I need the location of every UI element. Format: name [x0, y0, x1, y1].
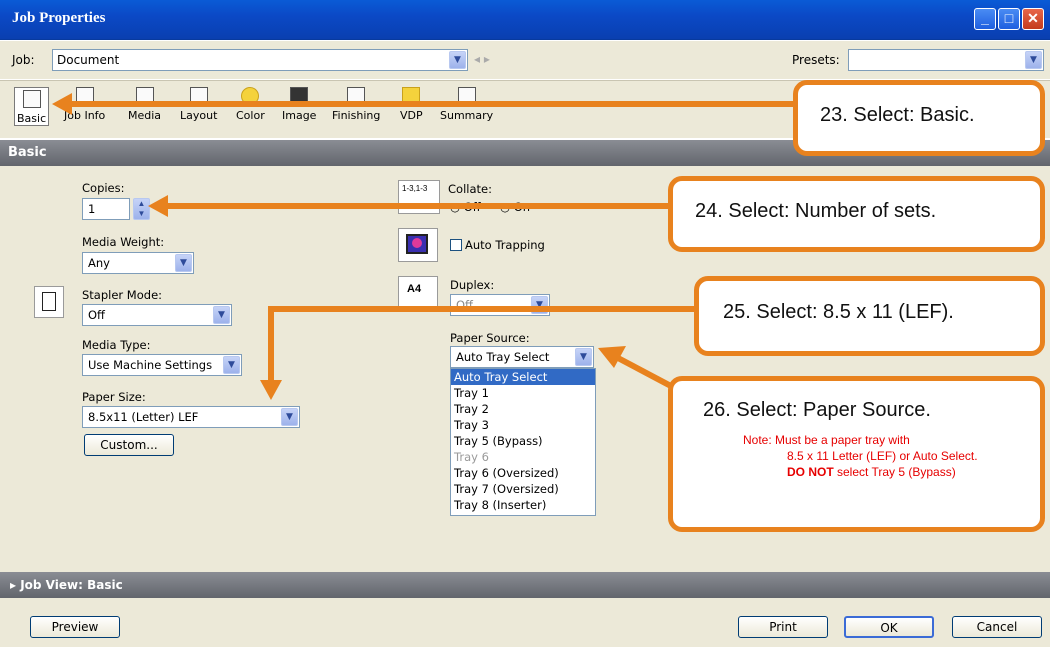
- stapler-label: Stapler Mode:: [82, 288, 163, 302]
- tab-label: VDP: [400, 109, 423, 122]
- stapler-icon: [34, 286, 64, 318]
- paper-source-label: Paper Source:: [450, 331, 530, 345]
- callout-24: 24. Select: Number of sets.: [668, 176, 1045, 252]
- collate-label: Collate:: [448, 182, 492, 196]
- tab-label: Finishing: [332, 109, 381, 122]
- stapler-value: Off: [88, 308, 105, 322]
- duplex-icon-text: A4: [407, 283, 422, 295]
- checkbox-icon: [450, 239, 462, 251]
- note-line-1: Note: Must be a paper tray with: [743, 433, 910, 447]
- cancel-button[interactable]: Cancel: [952, 616, 1042, 638]
- list-item[interactable]: Auto Tray Select: [451, 369, 595, 385]
- preview-button[interactable]: Preview: [30, 616, 120, 638]
- arrow-24-line: [166, 203, 670, 209]
- media-type-value: Use Machine Settings: [88, 358, 213, 372]
- tab-label: Image: [282, 109, 317, 122]
- note-bold: DO NOT: [787, 465, 834, 479]
- list-item: Tray 6: [454, 450, 489, 464]
- job-view-label: Job View: Basic: [20, 578, 123, 592]
- print-button[interactable]: Print: [738, 616, 828, 638]
- paper-source-select[interactable]: Auto Tray Select ▼: [450, 346, 594, 368]
- arrow-23-head: [52, 93, 72, 115]
- list-item[interactable]: Tray 5 (Bypass): [451, 433, 595, 449]
- note-line-2: 8.5 x 11 Letter (LEF) or Auto Select.: [787, 449, 978, 463]
- job-select[interactable]: Document ▼: [52, 49, 468, 71]
- callout-25-text: 25. Select: 8.5 x 11 (LEF).: [723, 301, 954, 323]
- ok-button[interactable]: OK: [844, 616, 934, 638]
- media-weight-select[interactable]: Any ▼: [82, 252, 194, 274]
- callout-23: 23. Select: Basic.: [793, 80, 1045, 156]
- auto-trapping-label: Auto Trapping: [465, 238, 545, 252]
- custom-button[interactable]: Custom...: [84, 434, 174, 456]
- minimize-button[interactable]: _: [974, 8, 996, 30]
- tab-label: Basic: [17, 112, 47, 125]
- callout-25: 25. Select: 8.5 x 11 (LEF).: [694, 276, 1045, 356]
- chevron-down-icon[interactable]: ▼: [575, 348, 592, 366]
- tab-basic[interactable]: Basic: [14, 87, 50, 126]
- callout-24-text: 24. Select: Number of sets.: [695, 200, 937, 222]
- chevron-down-icon[interactable]: ▼: [223, 356, 240, 374]
- paper-size-value: 8.5x11 (Letter) LEF: [88, 410, 199, 424]
- arrow-25-vertical: [268, 306, 274, 382]
- presets-select[interactable]: ▼: [848, 49, 1044, 71]
- callout-26-note: Note: Must be a paper tray with 8.5 x 11…: [703, 432, 1010, 480]
- copies-label: Copies:: [82, 181, 125, 195]
- basic-icon: [22, 90, 41, 108]
- chevron-down-icon[interactable]: ▼: [449, 51, 466, 69]
- tab-label: Media: [128, 109, 162, 122]
- tab-label: Summary: [440, 109, 494, 122]
- chevron-down-icon[interactable]: ▼: [213, 306, 230, 324]
- copies-input[interactable]: 1: [82, 198, 130, 220]
- duplex-icon: A4: [398, 276, 438, 310]
- job-value: Document: [57, 53, 120, 67]
- paper-source-value: Auto Tray Select: [456, 350, 550, 364]
- duplex-select[interactable]: Off ▼: [450, 294, 550, 316]
- chevron-down-icon[interactable]: ▼: [1025, 51, 1042, 69]
- note-line-3: select Tray 5 (Bypass): [833, 465, 956, 479]
- media-type-select[interactable]: Use Machine Settings ▼: [82, 354, 242, 376]
- arrow-23-line: [70, 101, 796, 107]
- chevron-down-icon[interactable]: ▼: [175, 254, 192, 272]
- copies-value: 1: [88, 202, 96, 216]
- list-item[interactable]: Tray 7 (Oversized): [451, 481, 595, 497]
- paper-source-dropdown-list[interactable]: Auto Tray Select Tray 1 Tray 2 Tray 3 Tr…: [450, 368, 596, 516]
- tab-label: Color: [236, 109, 265, 122]
- auto-trapping-checkbox[interactable]: Auto Trapping: [450, 238, 545, 252]
- presets-label: Presets:: [792, 53, 840, 67]
- media-weight-value: Any: [88, 256, 110, 270]
- list-item[interactable]: Tray 6 (Oversized): [451, 465, 595, 481]
- list-item[interactable]: Tray 3: [451, 417, 595, 433]
- arrow-25-head: [260, 380, 282, 400]
- paper-size-select[interactable]: 8.5x11 (Letter) LEF ▼: [82, 406, 300, 428]
- stapler-select[interactable]: Off ▼: [82, 304, 232, 326]
- chevron-down-icon[interactable]: ▼: [281, 408, 298, 426]
- callout-26: 26. Select: Paper Source. Note: Must be …: [668, 376, 1045, 532]
- tab-label: Layout: [180, 109, 218, 122]
- arrow-24-head: [148, 195, 168, 217]
- callout-26-text: 26. Select: Paper Source.: [703, 399, 931, 421]
- media-weight-label: Media Weight:: [82, 235, 165, 249]
- media-type-label: Media Type:: [82, 338, 151, 352]
- job-view-bar[interactable]: ▸ Job View: Basic: [0, 572, 1050, 598]
- collate-icon-text: 1-3,1-3: [402, 184, 428, 193]
- list-item[interactable]: Tray 2: [451, 401, 595, 417]
- callout-23-text: 23. Select: Basic.: [820, 104, 975, 126]
- maximize-button[interactable]: □: [998, 8, 1020, 30]
- expand-arrow-icon[interactable]: ▸: [10, 578, 20, 592]
- nav-arrows-icon[interactable]: ◂ ▸: [474, 52, 490, 66]
- auto-trapping-icon: [398, 228, 438, 262]
- list-item[interactable]: Tray 1: [451, 385, 595, 401]
- list-item[interactable]: Tray 8 (Inserter): [451, 497, 595, 513]
- duplex-label: Duplex:: [450, 278, 495, 292]
- job-label: Job:: [12, 53, 35, 67]
- arrow-25-line: [268, 306, 696, 312]
- window-title: Job Properties: [12, 10, 106, 26]
- close-button[interactable]: ✕: [1022, 8, 1044, 30]
- job-row: Job: Document ▼ ◂ ▸ Presets: ▼: [0, 41, 1050, 79]
- paper-size-label: Paper Size:: [82, 390, 146, 404]
- title-bar: Job Properties _ □ ✕: [0, 0, 1050, 40]
